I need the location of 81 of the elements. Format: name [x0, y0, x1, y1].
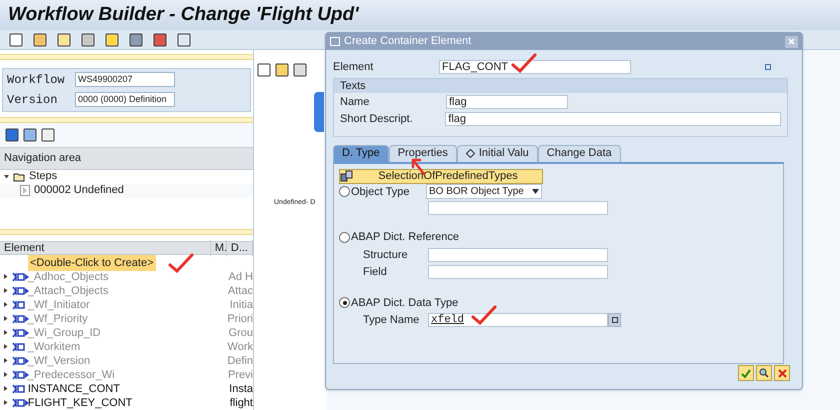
element-description: Previ — [228, 368, 253, 383]
input-field[interactable] — [428, 201, 608, 215]
radio-button[interactable] — [339, 232, 350, 243]
field-label: Structure — [363, 248, 409, 262]
close-icon — [788, 38, 795, 45]
input-field[interactable]: flag — [446, 94, 568, 109]
field-label: Name — [340, 94, 370, 110]
search-icon — [759, 368, 769, 378]
collapsed-caret-icon[interactable] — [3, 400, 8, 406]
element-description: Priori — [227, 312, 253, 327]
search-button[interactable] — [756, 365, 772, 381]
cubes-icon — [340, 170, 354, 182]
window-title: Workflow Builder - Change 'Flight Upd' — [8, 2, 359, 27]
diamond-icon — [466, 149, 475, 158]
element-description: Ad H — [228, 270, 253, 285]
radio-button[interactable] — [339, 297, 350, 308]
element-name: _Wf_Version — [28, 354, 92, 369]
field-label: Workflow — [6, 72, 66, 89]
option-label: ABAP Dict. Data Type — [351, 296, 458, 310]
element-name: _Wi_Group_ID — [28, 326, 102, 341]
section-header: Navigation area — [0, 147, 253, 170]
element-name: _Adhoc_Objects — [28, 270, 110, 285]
input-field[interactable] — [428, 265, 608, 280]
element-description: Insta — [229, 382, 253, 397]
field-label: Field — [363, 265, 388, 280]
create-hint[interactable]: <Double-Click to Create> — [28, 254, 156, 272]
close-icon — [778, 368, 786, 378]
element-name: _Attach_Objects — [28, 284, 110, 299]
step-node — [314, 92, 324, 132]
element-name: INSTANCE_CONT — [28, 382, 121, 397]
element-row[interactable]: FLIGHT_KEY_CONT flight — [0, 396, 253, 410]
radio-button[interactable] — [339, 186, 350, 198]
field-label: Type Name — [363, 313, 420, 328]
element-description: Grou — [228, 326, 253, 341]
group-title: Texts — [334, 78, 787, 92]
element-description: Defin — [227, 354, 253, 369]
input-field[interactable]: FLAG_CONT — [439, 60, 631, 74]
checkmark-annotation-icon — [168, 252, 194, 273]
step-icon — [20, 185, 30, 196]
input-field[interactable] — [428, 248, 608, 262]
column-header[interactable]: D... — [226, 240, 253, 256]
element-name: _Wf_Priority — [28, 312, 89, 327]
caret-icon — [532, 189, 539, 194]
predefined-types-button[interactable]: SelectionOfPredefinedTypes — [339, 168, 543, 184]
dialog-title: Create Container Element — [344, 34, 472, 50]
checkmark-annotation-icon — [511, 53, 537, 74]
tab[interactable]: Properties — [388, 144, 457, 162]
element-row[interactable]: INSTANCE_CONT Insta — [0, 382, 253, 396]
element-name: _Workitem — [28, 340, 82, 355]
element-name: _Predecessor_Wi — [28, 368, 116, 383]
dropdown[interactable]: BO BOR Object Type — [426, 184, 542, 200]
element-description: Attac — [228, 284, 253, 299]
element-description: Initia — [230, 298, 253, 313]
field-label: Version — [6, 92, 58, 109]
dialog-icon — [330, 37, 340, 46]
collapsed-caret-icon[interactable] — [3, 386, 8, 392]
value-help-icon[interactable] — [608, 313, 621, 328]
element-name: FLIGHT_KEY_CONT — [28, 396, 134, 410]
input-field[interactable]: 0000 (0000) Definition — [75, 92, 175, 108]
cancel-button[interactable] — [774, 365, 790, 381]
checkmark-annotation-icon — [471, 305, 497, 326]
checkmark-icon — [741, 368, 751, 378]
element-name: _Wf_Initiator — [28, 298, 91, 313]
expand-caret-icon[interactable] — [4, 174, 9, 180]
column-header[interactable]: M. — [210, 240, 227, 256]
field-label: Short Descript. — [340, 112, 414, 127]
field-label: Element — [333, 60, 374, 75]
option-label: Object Type — [351, 184, 410, 200]
input-field[interactable]: WS49900207 — [75, 72, 175, 88]
input-field[interactable]: flag — [445, 112, 781, 126]
tab[interactable]: Initial Valu — [456, 144, 538, 162]
input-field[interactable]: xfeld — [428, 313, 608, 328]
close-button[interactable] — [785, 36, 798, 48]
tab[interactable]: Change Data — [538, 144, 621, 162]
element-description: flight — [230, 396, 253, 410]
element-description: Work — [228, 340, 253, 355]
tree-item[interactable]: Steps — [0, 170, 253, 184]
option-label: ABAP Dict. Reference — [351, 230, 460, 245]
tree-item[interactable]: 000002 Undefined — [0, 184, 253, 198]
small-square-icon — [765, 64, 771, 70]
tab[interactable]: D. Type — [333, 144, 389, 162]
